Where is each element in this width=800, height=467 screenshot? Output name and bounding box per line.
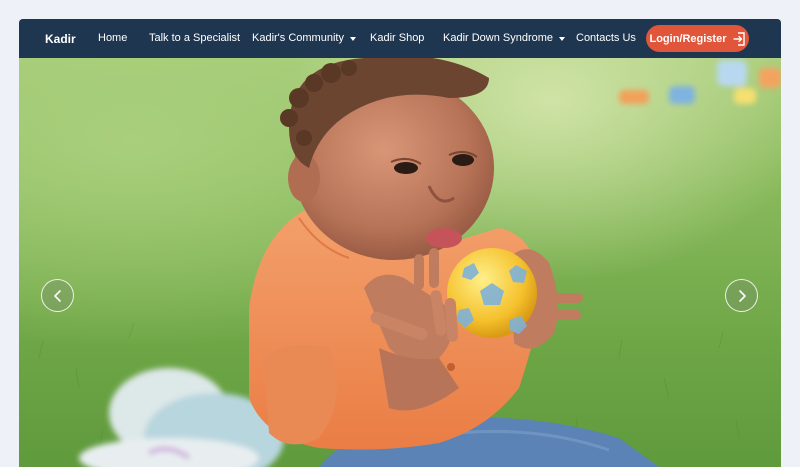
caret-down-icon bbox=[559, 36, 566, 41]
nav-item-label: Kadir's Community bbox=[252, 32, 344, 44]
hero-photo-child-with-ball bbox=[38, 58, 781, 467]
nav-item-label: Kadir Down Syndrome bbox=[443, 32, 554, 44]
page-frame: Kadir Home Talk to a Specialist Kadir's … bbox=[19, 19, 781, 467]
chevron-left-icon bbox=[53, 289, 61, 302]
chevron-right-icon bbox=[738, 289, 746, 302]
nav-item-shop[interactable]: Kadir Shop bbox=[370, 32, 424, 44]
top-navbar: Kadir Home Talk to a Specialist Kadir's … bbox=[19, 19, 781, 58]
caret-down-icon bbox=[349, 36, 356, 41]
nav-item-label: Talk to a Specialist bbox=[149, 32, 241, 44]
sign-in-icon bbox=[732, 31, 745, 46]
nav-item-label: Kadir Shop bbox=[370, 32, 425, 44]
hero-carousel-image bbox=[19, 58, 781, 467]
login-register-button[interactable]: Login/Register bbox=[646, 25, 749, 52]
nav-item-label: Home bbox=[98, 32, 128, 44]
login-button-label: Login/Register bbox=[649, 32, 727, 45]
nav-item-community[interactable]: Kadir's Community bbox=[252, 32, 356, 44]
carousel-next-button[interactable] bbox=[725, 279, 758, 312]
carousel-prev-button[interactable] bbox=[41, 279, 74, 312]
nav-item-contact[interactable]: Contacts Us bbox=[576, 32, 636, 44]
nav-item-talk-to-specialist[interactable]: Talk to a Specialist bbox=[149, 32, 240, 44]
nav-item-label: Contacts Us bbox=[576, 32, 636, 44]
nav-item-down-syndrome[interactable]: Kadir Down Syndrome bbox=[443, 32, 566, 44]
nav-item-home[interactable]: Home bbox=[98, 32, 127, 44]
brand-logo[interactable]: Kadir bbox=[45, 32, 76, 46]
